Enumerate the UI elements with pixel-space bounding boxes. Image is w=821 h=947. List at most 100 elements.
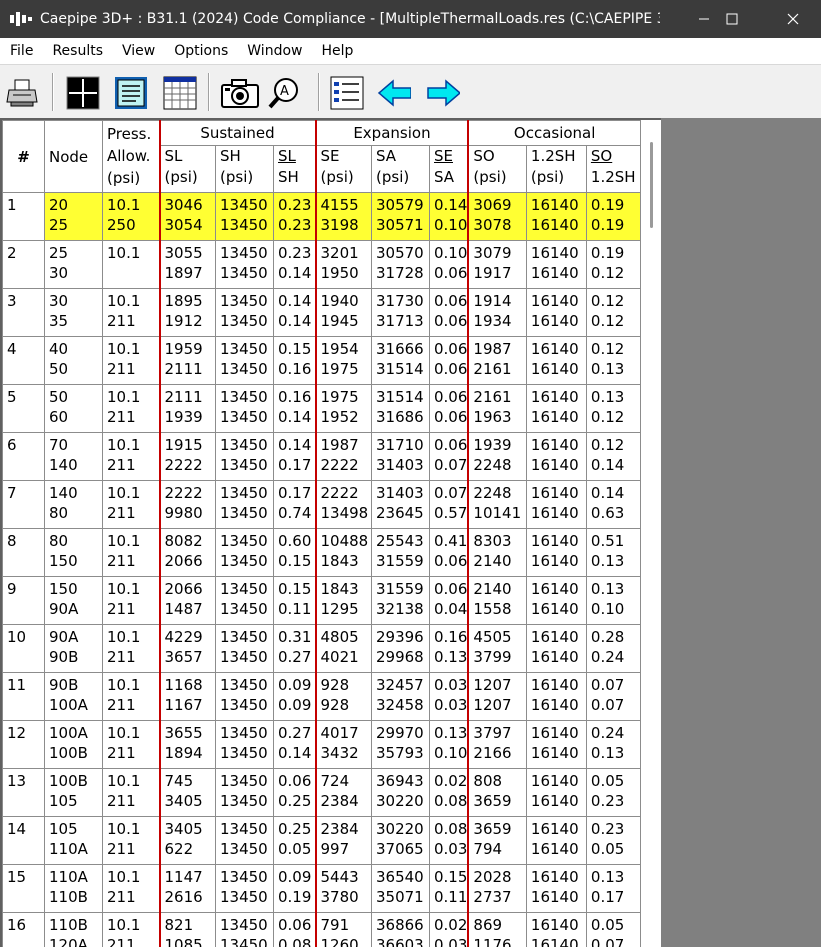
close-icon [787,13,799,25]
cell-value: 2140 [473,580,512,598]
next-button[interactable] [426,76,460,110]
table-view-button[interactable] [163,76,197,110]
row-number: 6 [2,432,45,481]
cell-value: 13450 [220,532,268,550]
cell-value: 16140 [530,532,579,550]
table-row[interactable]: 6 70 140 10.1 211 1915 2222 13450 13450 0.14 0.17 1… [2,432,641,481]
cell-sh12: 16140 16140 [525,384,587,433]
header-se: SE (psi) [314,145,372,193]
cell-value: 1987 [320,436,359,454]
cell-sh: 13450 13450 [215,384,274,433]
cell-value: 0.10 [434,216,468,234]
cell-value: 211 [107,840,136,858]
cell-value: 1959 [164,340,203,358]
cell-so: 8303 2140 [467,528,527,577]
table-row[interactable]: 14 105 110A 10.1 211 3405 622 13450 13450 0.25 0.0… [2,816,641,865]
cell-value: 16140 [530,360,579,378]
cell-value: 105 [49,820,78,838]
cell-value: 16140 [530,388,579,406]
cell-value: 16140 [530,264,579,282]
crosshair-button[interactable] [66,76,100,110]
cell-sesa: 0.16 0.13 [429,624,469,673]
cell-value: 80 [49,532,69,550]
table-row[interactable]: 15 110A 110B 10.1 211 1147 2616 13450 13450 0.09 0… [2,864,641,913]
cell-value: 10.1 [107,244,141,262]
cell-node: 80 150 [44,528,103,577]
table-row[interactable]: 13 100B 105 10.1 211 745 3405 13450 13450 0.06 0.2… [2,768,641,817]
cell-value: 2737 [473,888,512,906]
cell-value: 1176 [473,936,512,947]
cell-value: 1260 [320,936,359,947]
cell-value: 211 [107,696,136,714]
cell-value: 2161 [473,360,512,378]
table-row[interactable]: 11 90B 100A 10.1 211 1168 1167 13450 13450 0.09 0.… [2,672,641,721]
cell-so12: 0.28 0.24 [585,624,641,673]
table-row[interactable]: 12 100A 100B 10.1 211 3655 1894 13450 13450 0.27 0… [2,720,641,769]
cell-value: 16140 [530,888,579,906]
menu-file[interactable]: File [0,43,42,59]
cell-value: 1945 [320,312,359,330]
text-report-button[interactable] [114,76,148,110]
vertical-scrollbar[interactable] [643,120,659,947]
cell-value: 0.13 [590,580,625,598]
cell-value: 10.1 [107,388,141,406]
table-row[interactable]: 5 50 60 10.1 211 2111 1939 13450 13450 0.16 0.14 19… [2,384,641,433]
cell-value: 0.19 [590,196,625,214]
menu-help[interactable]: Help [311,43,362,59]
table-row[interactable]: 1 20 25 10.1 250 3046 3054 13450 13450 0.23 0.23 41… [2,192,641,241]
cell-sa: 31730 31713 [371,288,430,337]
cell-sl: 4229 3657 [158,624,216,673]
cell-value: 16140 [530,196,579,214]
cell-sh12: 16140 16140 [525,576,587,625]
table-row[interactable]: 8 80 150 10.1 211 8082 2066 13450 13450 0.60 0.15 1… [2,528,641,577]
menu-view[interactable]: View [112,43,164,59]
cell-value: 0.23 [590,820,625,838]
cell-so: 3797 2166 [467,720,527,769]
cell-value: 13450 [220,436,268,454]
cell-so: 3069 3078 [467,192,527,241]
cell-value: 0.13 [590,868,625,886]
cell-value: 0.14 [278,264,312,282]
scrollbar-thumb[interactable] [650,142,653,228]
cell-value: 16140 [530,552,579,570]
arrow-left-icon [377,79,411,107]
camera-button[interactable] [220,76,260,110]
cell-value: 16140 [530,936,579,947]
maximize-button[interactable] [704,0,760,38]
menu-window[interactable]: Window [237,43,311,59]
cell-sl: 3405 622 [158,816,216,865]
cell-value: 1939 [473,436,512,454]
close-button[interactable] [765,0,821,38]
header-sa: SA (psi) [371,145,430,193]
zoom-text-button[interactable]: A [268,76,302,110]
cell-value: 211 [107,792,136,810]
table-row[interactable]: 9 150 90A 10.1 211 2066 1487 13450 13450 0.15 0.11… [2,576,641,625]
cell-se: 791 1260 [314,912,372,947]
cell-sa: 36866 36603 [371,912,430,947]
print-button[interactable] [6,76,40,110]
cell-value: 2028 [473,868,512,886]
table-row[interactable]: 4 40 50 10.1 211 1959 2111 13450 13450 0.15 0.16 19… [2,336,641,385]
cell-value: 13450 [220,484,268,502]
cell-value: 211 [107,312,136,330]
table-row[interactable]: 2 25 30 10.1 3055 1897 13450 13450 0.23 0.14 3201 1… [2,240,641,289]
cell-value: 3797 [473,724,512,742]
cell-value: 0.06 [434,292,468,310]
results-grid[interactable]: # Node Press. Allow. (psi) Sustained Expan… [0,118,661,947]
cell-press: 10.1 211 [102,336,160,385]
previous-button[interactable] [377,76,411,110]
table-row[interactable]: 10 90A 90B 10.1 211 4229 3657 13450 13450 0.31 0.2… [2,624,641,673]
cell-so: 869 1176 [467,912,527,947]
menu-options[interactable]: Options [164,43,237,59]
list-button[interactable] [330,76,364,110]
cell-value: 250 [107,216,136,234]
table-row[interactable]: 3 30 35 10.1 211 1895 1912 13450 13450 0.14 0.14 19… [2,288,641,337]
table-row[interactable]: 7 140 80 10.1 211 2222 9980 13450 13450 0.17 0.74 2… [2,480,641,529]
cell-value: 3405 [164,792,203,810]
table-row[interactable]: 16 110B 120A 10.1 211 821 1085 13450 13450 0.06 0.… [2,912,641,947]
menu-results[interactable]: Results [42,43,112,59]
cell-sa: 25543 31559 [371,528,430,577]
cell-value: 140 [49,456,78,474]
header-num: # [2,120,45,193]
cell-value: 1917 [473,264,512,282]
